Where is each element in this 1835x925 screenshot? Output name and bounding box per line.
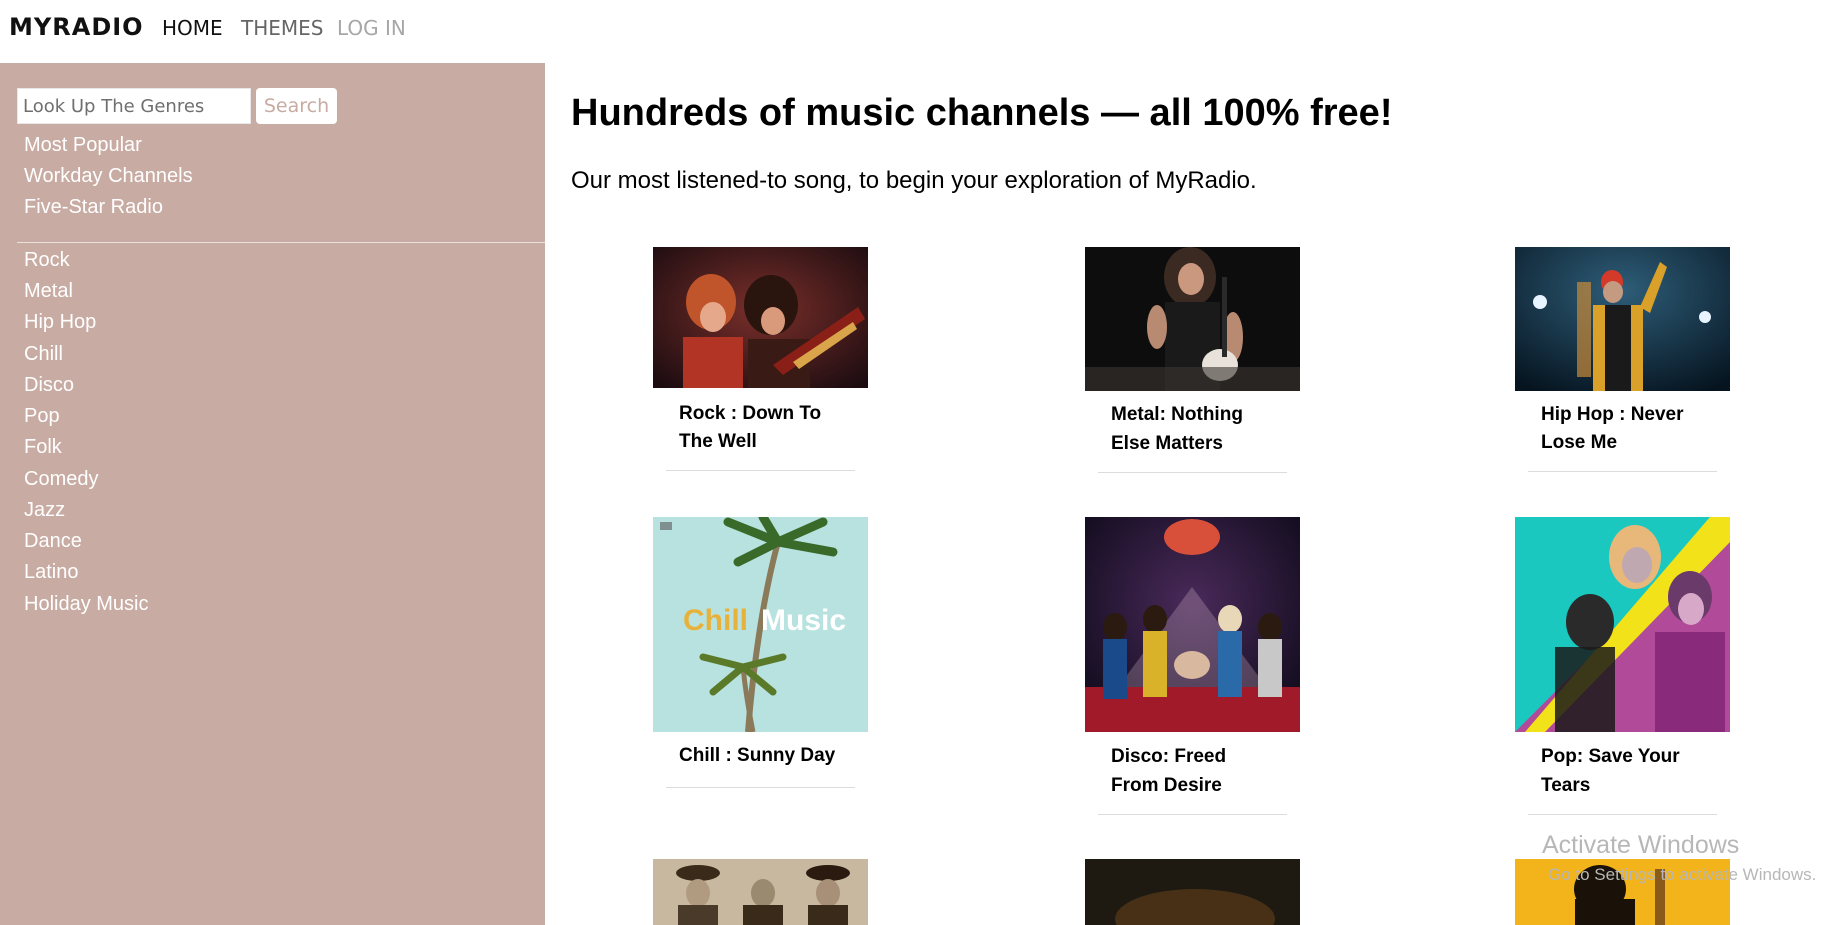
sidebar-item-five-star-radio[interactable]: Five-Star Radio — [24, 196, 163, 219]
card-title-line1: Pop: Save Your — [1541, 746, 1680, 767]
card-title-line1: Disco: Freed — [1111, 746, 1227, 767]
card-title-line2: From Desire — [1111, 775, 1222, 796]
card-title-line2: Else Matters — [1111, 433, 1223, 454]
nav-themes[interactable]: THEMES — [241, 16, 323, 40]
sidebar-divider — [17, 242, 545, 243]
search-input[interactable] — [17, 88, 251, 124]
metal-channel-image[interactable] — [1085, 247, 1300, 391]
card-title-line1: Chill : Sunny Day — [679, 745, 836, 766]
channel-card-folk[interactable] — [653, 859, 868, 925]
sidebar-item-hip-hop[interactable]: Hip Hop — [24, 311, 96, 334]
channel-card-hip-hop[interactable]: Hip Hop : Never Lose Me — [1515, 247, 1730, 472]
card-title-line1: Hip Hop : Never — [1541, 404, 1684, 425]
brand-logo[interactable]: MYRADIO — [9, 13, 144, 41]
sidebar-item-disco[interactable]: Disco — [24, 374, 74, 397]
sidebar-item-dance[interactable]: Dance — [24, 530, 82, 553]
card-divider — [666, 470, 855, 471]
channel-card-comedy[interactable] — [1085, 859, 1300, 925]
activation-watermark-text: Go to Settings to activate Windows. — [1548, 865, 1817, 884]
search-button[interactable]: Search — [256, 88, 337, 124]
nav-login[interactable]: LOG IN — [337, 16, 406, 40]
chill-art-text: Chill — [683, 604, 748, 637]
sidebar-item-comedy[interactable]: Comedy — [24, 468, 98, 491]
card-divider — [666, 787, 855, 788]
card-title-line1: Rock : Down To — [679, 403, 822, 424]
sidebar-item-folk[interactable]: Folk — [24, 436, 62, 459]
channel-card-chill[interactable]: Chill Music Chill : Sunny Day — [653, 517, 868, 788]
top-navbar: MYRADIO HOME THEMES LOG IN — [0, 0, 1835, 63]
card-divider — [1528, 814, 1717, 815]
activation-watermark-title: Activate Windows — [1542, 831, 1740, 859]
sidebar-item-jazz[interactable]: Jazz — [24, 499, 65, 522]
channel-card-metal[interactable]: Metal: Nothing Else Matters — [1085, 247, 1300, 473]
hip-hop-channel-image[interactable] — [1515, 247, 1730, 391]
sidebar-item-most-popular[interactable]: Most Popular — [24, 134, 142, 157]
chill-channel-image[interactable]: Chill Music — [653, 517, 868, 732]
sidebar-item-pop[interactable]: Pop — [24, 405, 60, 428]
card-title-line2: The Well — [679, 431, 757, 452]
rock-channel-image[interactable] — [653, 247, 868, 388]
sidebar-item-chill[interactable]: Chill — [24, 343, 63, 366]
disco-channel-image[interactable] — [1085, 517, 1300, 732]
sidebar-item-workday-channels[interactable]: Workday Channels — [24, 165, 193, 188]
folk-channel-image[interactable] — [653, 859, 868, 925]
page-subtitle: Our most listened-to song, to begin your… — [571, 167, 1257, 194]
card-divider — [1098, 472, 1287, 473]
channel-card-disco[interactable]: Disco: Freed From Desire — [1085, 517, 1300, 815]
channel-card-rock[interactable]: Rock : Down To The Well — [653, 247, 868, 471]
page-title: Hundreds of music channels — all 100% fr… — [571, 92, 1393, 134]
card-title-line1: Metal: Nothing — [1111, 404, 1243, 425]
sidebar: Search Most Popular Workday Channels Fiv… — [0, 63, 545, 925]
sidebar-item-holiday-music[interactable]: Holiday Music — [24, 593, 148, 616]
sidebar-item-rock[interactable]: Rock — [24, 249, 70, 272]
comedy-channel-image[interactable] — [1085, 859, 1300, 925]
channel-card-pop[interactable]: Pop: Save Your Tears — [1515, 517, 1730, 815]
chill-art-text: Music — [761, 604, 846, 637]
pop-channel-image[interactable] — [1515, 517, 1730, 732]
sidebar-item-latino[interactable]: Latino — [24, 561, 79, 584]
nav-home[interactable]: HOME — [162, 16, 223, 40]
card-title-line2: Tears — [1541, 775, 1591, 796]
card-divider — [1528, 471, 1717, 472]
card-divider — [1098, 814, 1287, 815]
card-title-line2: Lose Me — [1541, 432, 1618, 453]
sidebar-item-metal[interactable]: Metal — [24, 280, 73, 303]
